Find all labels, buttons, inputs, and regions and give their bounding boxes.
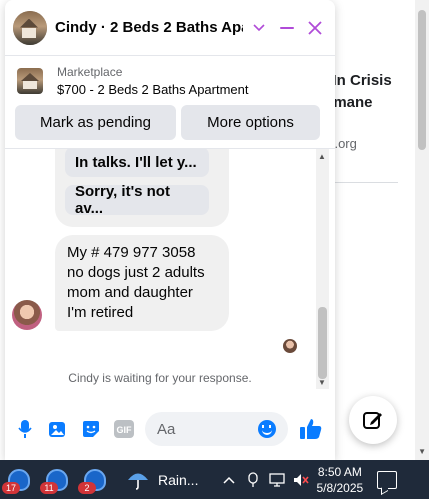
- clock-date: 5/8/2025: [316, 480, 364, 495]
- speaker-muted-icon[interactable]: [292, 471, 310, 489]
- listing-thumbnail: [17, 68, 43, 94]
- listing-actions: Mark as pending More options: [15, 105, 325, 140]
- page-scroll-down-icon[interactable]: ▼: [418, 447, 426, 456]
- close-icon: [308, 20, 322, 35]
- chat-window: Cindy · 2 Beds 2 Baths Apa... Marketplac…: [5, 0, 335, 460]
- clock[interactable]: 8:50 AM 5/8/2025: [316, 464, 363, 496]
- notification-center-icon[interactable]: [377, 470, 398, 489]
- message-composer: GIF Aa: [5, 403, 335, 455]
- marketplace-listing[interactable]: Marketplace $700 - 2 Beds 2 Baths Apartm…: [15, 62, 325, 100]
- taskbar-app[interactable]: 17: [0, 460, 38, 499]
- marketplace-card: Marketplace $700 - 2 Beds 2 Baths Apartm…: [5, 56, 335, 140]
- emoji-icon[interactable]: [258, 420, 276, 438]
- new-message-button[interactable]: [349, 396, 397, 444]
- notification-badge: 11: [40, 482, 58, 494]
- weather-label: Rain...: [158, 471, 199, 488]
- compose-icon: [363, 412, 382, 429]
- chat-title[interactable]: Cindy · 2 Beds 2 Baths Apa...: [55, 19, 243, 36]
- listing-text: Marketplace $700 - 2 Beds 2 Baths Apartm…: [57, 65, 249, 97]
- message-line: mom and daughter: [67, 284, 193, 301]
- message-bubble[interactable]: My # 479 977 3058 no dogs just 2 adults …: [55, 235, 229, 331]
- listing-title: $700 - 2 Beds 2 Baths Apartment: [57, 82, 249, 97]
- network-icon[interactable]: [268, 471, 286, 489]
- more-options-button[interactable]: More options: [181, 105, 320, 140]
- photo-icon[interactable]: [46, 417, 70, 441]
- mark-as-pending-button[interactable]: Mark as pending: [15, 105, 176, 140]
- listing-avatar[interactable]: [13, 10, 47, 45]
- meet-icon[interactable]: [244, 471, 262, 489]
- minimize-button[interactable]: [275, 16, 299, 40]
- gif-icon[interactable]: GIF: [112, 417, 136, 441]
- thumbs-up-icon[interactable]: [298, 416, 324, 442]
- sticker-icon[interactable]: [79, 417, 103, 441]
- message-input-placeholder: Aa: [157, 420, 176, 438]
- minimize-icon: [280, 26, 294, 29]
- taskbar: 17 11 2 Rain... 8:50 AM 5/8/2025: [0, 460, 429, 499]
- chevron-down-icon[interactable]: [247, 16, 271, 40]
- read-receipt-avatar: [283, 339, 297, 353]
- scroll-down-icon[interactable]: ▼: [318, 378, 326, 387]
- house-body: [23, 81, 37, 89]
- close-button[interactable]: [303, 16, 327, 40]
- system-tray: [220, 471, 310, 489]
- house-body: [22, 27, 36, 38]
- message-thread: In talks. I'll let y... Sorry, it's not …: [5, 148, 335, 393]
- quick-reply-chip[interactable]: In talks. I'll let y...: [65, 149, 209, 177]
- quick-reply-chip[interactable]: Sorry, it's not av...: [65, 183, 209, 217]
- taskbar-app[interactable]: 11: [38, 460, 76, 499]
- thread-scrollbar[interactable]: ▲ ▼: [316, 149, 329, 389]
- notification-badge: 2: [78, 482, 96, 494]
- marketplace-label: Marketplace: [57, 65, 123, 79]
- message-line: no dogs just 2 adults: [67, 264, 205, 281]
- scroll-up-icon[interactable]: ▲: [318, 152, 326, 161]
- microphone-icon[interactable]: [13, 417, 37, 441]
- message-line: I'm retired: [67, 304, 134, 321]
- thread-scrollbar-thumb[interactable]: [318, 307, 327, 379]
- svg-text:GIF: GIF: [117, 425, 133, 435]
- chevron-up-icon[interactable]: [220, 471, 238, 489]
- clock-time: 8:50 AM: [317, 464, 362, 479]
- waiting-status: Cindy is waiting for your response.: [68, 371, 252, 385]
- sender-avatar[interactable]: [12, 300, 42, 330]
- message-input[interactable]: Aa: [145, 412, 288, 446]
- message-line: My # 479 977 3058: [67, 244, 196, 261]
- umbrella-icon: [128, 473, 148, 490]
- page-scrollbar-thumb[interactable]: [418, 10, 426, 150]
- notification-badge: 17: [2, 482, 20, 494]
- chat-header: Cindy · 2 Beds 2 Baths Apa...: [5, 0, 335, 56]
- weather-widget[interactable]: Rain...: [126, 469, 198, 491]
- page-scrollbar[interactable]: ▼: [415, 0, 429, 460]
- taskbar-app[interactable]: 2: [76, 460, 114, 499]
